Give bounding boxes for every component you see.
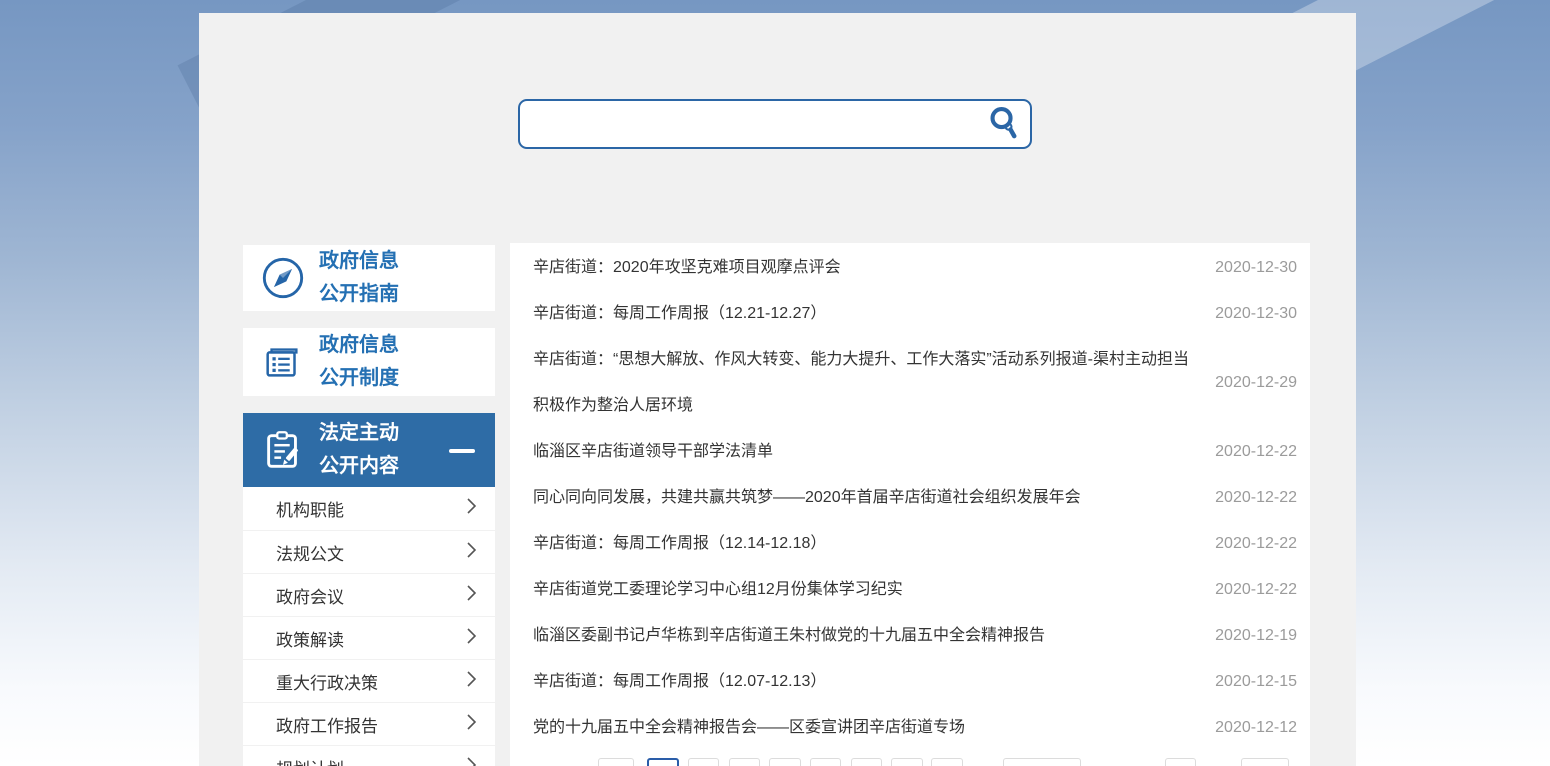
news-row: 临淄区辛店街道领导干部学法清单 2020-12-22: [510, 429, 1310, 475]
pagination-page-button[interactable]: [729, 758, 760, 766]
news-link[interactable]: 辛店街道：“思想大解放、作风大转变、能力大提升、工作大落实”活动系列报道-渠村主…: [533, 337, 1209, 429]
news-row: 辛店街道：“思想大解放、作风大转变、能力大提升、工作大落实”活动系列报道-渠村主…: [510, 337, 1310, 429]
menu-item-label: 重大行政决策: [276, 669, 378, 694]
menu-item-label: 政府会议: [276, 583, 344, 608]
chevron-right-icon: [466, 541, 477, 564]
news-link[interactable]: 党的十九届五中全会精神报告会——区委宣讲团辛店街道专场: [533, 705, 1209, 751]
sidebar-item-label: 政府信息 公开指南: [319, 245, 399, 311]
menu-item-label: 政府工作报告: [276, 712, 378, 737]
news-date: 2020-12-29: [1209, 374, 1297, 392]
news-link[interactable]: 临淄区委副书记卢华栋到辛店街道王朱村做党的十九届五中全会精神报告: [533, 613, 1209, 659]
sidebar-item-regulations[interactable]: 法规公文: [243, 530, 495, 573]
news-date: 2020-12-15: [1209, 673, 1297, 691]
news-list: 辛店街道：2020年攻坚克难项目观摩点评会 2020-12-30 辛店街道：每周…: [510, 243, 1310, 751]
sidebar-item-gov-meetings[interactable]: 政府会议: [243, 573, 495, 616]
news-row: 辛店街道党工委理论学习中心组12月份集体学习纪实 2020-12-22: [510, 567, 1310, 613]
news-date: 2020-12-30: [1209, 305, 1297, 323]
chevron-right-icon: [466, 713, 477, 736]
search-button[interactable]: [978, 101, 1030, 147]
news-link[interactable]: 辛店街道：2020年攻坚克难项目观摩点评会: [533, 245, 1209, 291]
news-link[interactable]: 同心同向同发展，共建共赢共筑梦——2020年首届辛店街道社会组织发展年会: [533, 475, 1209, 521]
content-area: 政府信息 公开指南: [199, 13, 1356, 766]
sidebar-item-disclosure-guide[interactable]: 政府信息 公开指南: [243, 245, 495, 311]
chevron-right-icon: [466, 756, 477, 766]
pagination-page-button[interactable]: [851, 758, 882, 766]
news-date: 2020-12-22: [1209, 535, 1297, 553]
news-link[interactable]: 辛店街道党工委理论学习中心组12月份集体学习纪实: [533, 567, 1209, 613]
news-row: 辛店街道：2020年攻坚克难项目观摩点评会 2020-12-30: [510, 245, 1310, 291]
menu-item-label: 法规公文: [276, 540, 344, 565]
news-panel: 辛店街道：2020年攻坚克难项目观摩点评会 2020-12-30 辛店街道：每周…: [510, 243, 1310, 766]
news-row: 同心同向同发展，共建共赢共筑梦——2020年首届辛店街道社会组织发展年会 202…: [510, 475, 1310, 521]
sidebar-item-label: 政府信息 公开制度: [319, 329, 399, 395]
news-link[interactable]: 临淄区辛店街道领导干部学法清单: [533, 429, 1209, 475]
chevron-right-icon: [466, 627, 477, 650]
chevron-right-icon: [466, 670, 477, 693]
pagination-page-button[interactable]: [931, 758, 963, 766]
search-input[interactable]: [520, 101, 978, 147]
news-link[interactable]: 辛店街道：每周工作周报（12.14-12.18）: [533, 521, 1209, 567]
news-date: 2020-12-22: [1209, 443, 1297, 461]
clipboard-pencil-icon: [260, 427, 306, 473]
sidebar-item-statutory-disclosure[interactable]: 法定主动 公开内容: [243, 413, 495, 487]
sidebar-item-label: 法定主动 公开内容: [319, 417, 399, 483]
menu-item-label: 规划计划: [276, 755, 344, 766]
news-date: 2020-12-12: [1209, 719, 1297, 737]
search-magnifier-icon: [986, 105, 1022, 144]
sidebar-item-policy-interpretation[interactable]: 政策解读: [243, 616, 495, 659]
sidebar-item-disclosure-system[interactable]: 政府信息 公开制度: [243, 328, 495, 396]
news-row: 辛店街道：每周工作周报（12.14-12.18） 2020-12-22: [510, 521, 1310, 567]
chevron-right-icon: [466, 497, 477, 520]
pagination-page-button[interactable]: [810, 758, 841, 766]
pagination-first-button[interactable]: [598, 758, 634, 766]
news-row: 辛店街道：每周工作周报（12.21-12.27） 2020-12-30: [510, 291, 1310, 337]
news-date: 2020-12-30: [1209, 259, 1297, 277]
sidebar-item-org-functions[interactable]: 机构职能: [243, 487, 495, 530]
sidebar-item-plans[interactable]: 规划计划: [243, 745, 495, 766]
news-link[interactable]: 辛店街道：每周工作周报（12.07-12.13）: [533, 659, 1209, 705]
news-date: 2020-12-22: [1209, 489, 1297, 507]
pagination-page-button[interactable]: [891, 758, 923, 766]
page-canvas: 政府信息 公开指南: [0, 0, 1550, 766]
menu-item-label: 机构职能: [276, 496, 344, 521]
news-date: 2020-12-19: [1209, 627, 1297, 645]
pagination-page-button[interactable]: [688, 758, 719, 766]
pagination-page-button[interactable]: [1165, 758, 1196, 766]
news-row: 临淄区委副书记卢华栋到辛店街道王朱村做党的十九届五中全会精神报告 2020-12…: [510, 613, 1310, 659]
pagination-page-button-current[interactable]: [647, 758, 679, 766]
news-link[interactable]: 辛店街道：每周工作周报（12.21-12.27）: [533, 291, 1209, 337]
pagination-next-button[interactable]: [1003, 758, 1081, 766]
news-row: 党的十九届五中全会精神报告会——区委宣讲团辛店街道专场 2020-12-12: [510, 705, 1310, 751]
ledger-icon: [260, 339, 306, 385]
pagination: [510, 758, 1310, 766]
compass-icon: [260, 255, 306, 301]
news-row: 辛店街道：每周工作周报（12.07-12.13） 2020-12-15: [510, 659, 1310, 705]
news-date: 2020-12-22: [1209, 581, 1297, 599]
collapse-minus-icon[interactable]: [449, 449, 475, 453]
menu-item-label: 政策解读: [276, 626, 344, 651]
chevron-right-icon: [466, 584, 477, 607]
pagination-last-button[interactable]: [1241, 758, 1289, 766]
pagination-page-button[interactable]: [769, 758, 801, 766]
sidebar-submenu: 机构职能 法规公文 政府会议 政策解读 重大行政决策: [243, 487, 495, 766]
search-box: [518, 99, 1032, 149]
sidebar-item-work-report[interactable]: 政府工作报告: [243, 702, 495, 745]
sidebar-item-major-decisions[interactable]: 重大行政决策: [243, 659, 495, 702]
sidebar: 政府信息 公开指南: [243, 245, 495, 766]
